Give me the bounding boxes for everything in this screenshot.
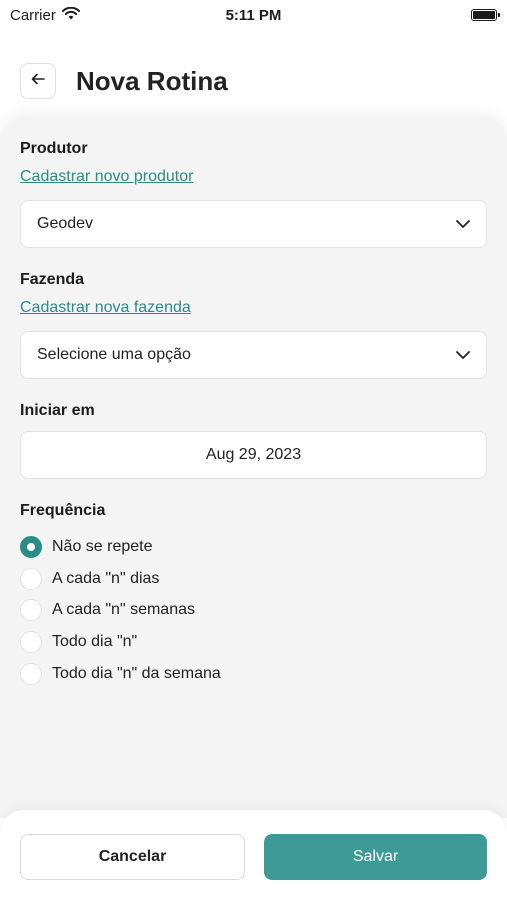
radio-option-label: A cada "n" dias — [52, 570, 160, 587]
battery-icon — [471, 9, 500, 21]
chevron-down-icon — [456, 346, 470, 364]
radio-selected[interactable] — [20, 536, 42, 558]
wifi-icon — [61, 6, 80, 24]
cadastrar-produtor-link[interactable]: Cadastrar novo produtor — [20, 168, 193, 186]
form-content: Produtor Cadastrar novo produtor Geodev … — [0, 118, 507, 818]
cancel-button[interactable]: Cancelar — [20, 834, 245, 880]
status-left: Carrier — [10, 6, 80, 24]
carrier-label: Carrier — [10, 6, 56, 24]
radio-option-label: Não se repete — [52, 538, 153, 555]
radio-option-nao-se-repete[interactable]: Não se repete — [20, 536, 153, 558]
header: Nova Rotina — [0, 44, 507, 118]
fazenda-label: Fazenda — [20, 271, 85, 288]
save-button[interactable]: Salvar — [264, 834, 487, 880]
status-bar: Carrier 5:11 PM — [0, 0, 507, 30]
radio-unselected[interactable] — [20, 568, 42, 590]
date-value: Aug 29, 2023 — [205, 446, 302, 463]
radio-option-a-cada-n-dias[interactable]: A cada "n" dias — [20, 568, 159, 590]
produtor-select[interactable]: Geodev — [20, 200, 487, 248]
radio-unselected[interactable] — [20, 599, 42, 621]
chevron-down-icon — [456, 215, 470, 233]
date-picker[interactable]: Aug 29, 2023 — [20, 431, 487, 479]
frequencia-label: Frequência — [20, 502, 106, 519]
produtor-label: Produtor — [20, 140, 88, 157]
produtor-select-value: Geodev — [37, 215, 94, 232]
footer-actions: Cancelar Salvar — [0, 810, 507, 900]
radio-option-a-cada-n-semanas[interactable]: A cada "n" semanas — [20, 599, 195, 621]
radio-option-label: Todo dia "n" da semana — [52, 665, 221, 682]
radio-option-todo-dia-n[interactable]: Todo dia "n" — [20, 631, 137, 653]
fazenda-select[interactable]: Selecione uma opção — [20, 331, 487, 379]
radio-option-label: A cada "n" semanas — [52, 601, 195, 618]
radio-unselected[interactable] — [20, 631, 42, 653]
radio-option-label: Todo dia "n" — [52, 633, 138, 650]
iniciar-em-label: Iniciar em — [20, 402, 95, 419]
page-title: Nova Rotina — [76, 65, 228, 96]
arrow-left-icon — [31, 72, 45, 90]
cadastrar-fazenda-link[interactable]: Cadastrar nova fazenda — [20, 299, 191, 317]
radio-option-todo-dia-n-da-semana[interactable]: Todo dia "n" da semana — [20, 663, 221, 685]
fazenda-select-placeholder: Selecione uma opção — [37, 346, 191, 363]
back-button[interactable] — [20, 63, 56, 99]
radio-unselected[interactable] — [20, 663, 42, 685]
